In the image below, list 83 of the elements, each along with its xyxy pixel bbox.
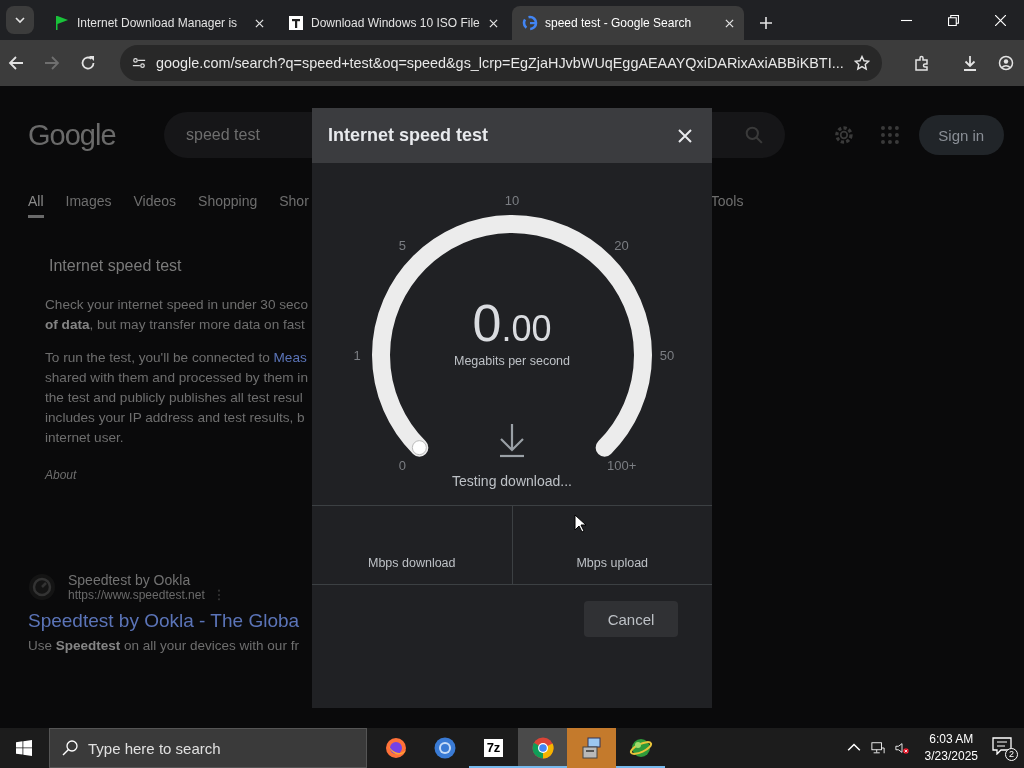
archiver-logo: 7z (483, 739, 504, 757)
scale-label: 5 (398, 238, 406, 254)
profile-icon[interactable] (997, 55, 1014, 71)
cancel-button[interactable]: Cancel (584, 601, 678, 637)
computer-box-icon (579, 736, 604, 760)
card-title: Internet speed test (49, 257, 183, 275)
notification-icon[interactable] (992, 737, 1012, 755)
close-icon[interactable] (255, 18, 264, 28)
scale-label: 50 (659, 348, 675, 363)
close-icon[interactable] (489, 18, 498, 28)
windows-start-icon[interactable] (16, 740, 32, 756)
tools-link[interactable]: Tools (710, 193, 744, 209)
text-line: Check your internet speed in under 30 seco (45, 296, 309, 314)
text-line: internet user. (45, 429, 125, 447)
document-icon (288, 15, 304, 31)
new-tab-icon[interactable] (760, 17, 772, 29)
close-icon[interactable] (725, 18, 734, 28)
tab-search-button[interactable] (6, 6, 34, 34)
result-label: Mbps download (367, 556, 456, 570)
site-info-icon[interactable] (132, 56, 146, 70)
taskbar-app[interactable]: 7z (469, 728, 518, 768)
tab-title: Internet Download Manager is (77, 16, 239, 30)
google-logo[interactable]: Google (28, 118, 164, 152)
speed-value: 0.00 (472, 297, 552, 349)
restore-icon[interactable] (948, 14, 959, 26)
network-icon[interactable] (870, 741, 885, 755)
extensions-icon[interactable] (913, 55, 930, 71)
result-label: Mbps upload (576, 556, 649, 570)
sign-in-button[interactable]: Sign in (918, 115, 1004, 155)
url-text: google.com/search?q=speed+test&oq=speed&gs_lcrp=EgZjaHJvbWUqEggAEAAYQxiDARixAxiABBiKBTI... (156, 55, 844, 71)
mouse-pointer-icon (574, 514, 586, 533)
gauge-icon (28, 573, 56, 601)
ring-browser-icon (432, 736, 457, 760)
speaker-muted-icon[interactable] (894, 741, 909, 755)
download-icon[interactable] (961, 55, 978, 71)
tab-title: Download Windows 10 ISO File (311, 16, 481, 30)
search-tab[interactable]: Images (65, 193, 112, 218)
download-arrow-icon (499, 422, 525, 458)
search-icon (62, 740, 78, 756)
text-line: To run the test, you'll be connected to Meas (45, 349, 308, 367)
text-line: the test and publicly publishes all test resul (45, 389, 304, 407)
about-link[interactable]: About (45, 468, 311, 482)
site-url: https://www.speedtest.net (68, 588, 205, 602)
status-text: Testing download... (452, 473, 572, 489)
caret-icon (14, 14, 26, 26)
text-line: shared with them and processed by them in (45, 369, 309, 387)
scale-label: 1 (353, 348, 361, 363)
result-link[interactable]: Speedtest by Ookla - The Globa (28, 610, 300, 632)
scale-label: 10 (504, 193, 520, 208)
speed-unit: Megabits per second (453, 354, 570, 368)
address-bar[interactable]: google.com/search?q=speed+test&oq=speed&gs_lcrp=EgZjaHJvbWUqEggAEAAYQxiDARixAxiABBiKBTI... (120, 45, 882, 81)
notification-badge: 2 (1005, 748, 1018, 761)
globe-icon (628, 736, 653, 760)
scale-label: 100+ (606, 457, 637, 473)
taskbar-app[interactable] (518, 728, 567, 768)
browser-tab[interactable]: speed test - Google Search (512, 6, 744, 40)
search-field[interactable]: Type here to search (49, 728, 367, 768)
star-icon[interactable] (853, 55, 870, 71)
reload-icon[interactable] (80, 55, 96, 71)
browser-tab[interactable]: Internet Download Manager is (44, 6, 274, 40)
back-icon[interactable] (8, 55, 24, 71)
fox-globe-icon (383, 736, 408, 760)
gauge-thumb (411, 440, 427, 456)
site-name: Speedtest by Ookla (68, 572, 192, 588)
link[interactable]: Meas (273, 350, 307, 365)
dialog-title: Internet speed test (328, 125, 490, 146)
clock-date[interactable]: 3/23/2025 (924, 748, 978, 765)
browser-tab[interactable]: Download Windows 10 ISO File (278, 6, 508, 40)
clock-time[interactable]: 6:03 AM (929, 731, 974, 748)
search-tab[interactable]: Shor (279, 193, 309, 218)
flag-icon (54, 15, 70, 31)
tab-title: speed test - Google Search (545, 16, 693, 30)
scale-label: 20 (614, 238, 629, 254)
text-line: includes your IP address and test results, b (45, 409, 306, 427)
search-tab[interactable]: All (28, 193, 44, 218)
close-icon[interactable] (678, 128, 692, 143)
chrome-icon (530, 736, 555, 760)
result-snippet: Use Speedtest on all your devices with our fr (28, 638, 299, 653)
search-tab[interactable]: Videos (133, 193, 177, 218)
search-tab[interactable]: Shopping (198, 193, 258, 218)
text-line: of data, but may transfer more data on fast (45, 316, 306, 334)
scale-label: 0 (398, 457, 406, 473)
google-icon (522, 15, 538, 31)
